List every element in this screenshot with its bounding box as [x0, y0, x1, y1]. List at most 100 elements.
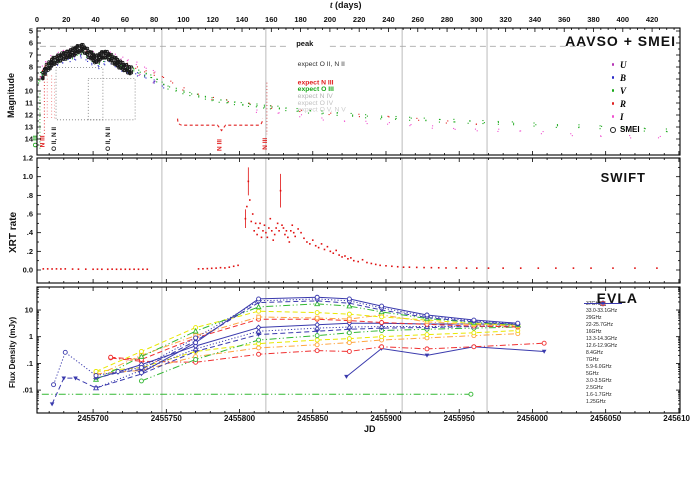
- aavso-legend-marker-icon: [606, 115, 620, 118]
- aavso-legend-item-R: R: [606, 97, 650, 110]
- svg-text:40: 40: [91, 15, 99, 24]
- aavso-legend-marker-icon: [606, 126, 620, 133]
- evla-series-29GHz: [93, 299, 521, 381]
- aavso-legend-label: R: [620, 98, 627, 109]
- svg-text:9: 9: [29, 75, 33, 84]
- svg-text:7: 7: [29, 51, 33, 60]
- jd-axis-label: JD: [364, 424, 376, 434]
- svg-text:220: 220: [353, 15, 366, 24]
- top-axis-title-rest: (days): [332, 0, 362, 10]
- evla-legend-label: 16GHz: [586, 328, 602, 335]
- evla-legend-label: 22-25.7GHz: [586, 321, 613, 328]
- aavso-legend-item-U: U: [606, 58, 650, 71]
- evla-legend-label: 13.3-14.3GHz: [586, 335, 618, 342]
- aavso-annotations: peakexpect O II, N IIexpect N IIIexpect …: [33, 39, 585, 151]
- evla-legend-item: 3.0-3.5GHz: [583, 301, 622, 384]
- evla-legend-label: 1.6-1.7GHz: [586, 391, 612, 398]
- aavso-legend: U B V R I SMEI: [606, 58, 650, 136]
- evla-legend-item: 33.0-33.1GHz: [583, 301, 622, 314]
- evla-series-5GHz quiescent: [41, 391, 474, 397]
- svg-text:.01: .01: [23, 386, 33, 395]
- evla-legend-item: 1.25GHz: [583, 301, 622, 405]
- svg-text:.8: .8: [27, 191, 33, 200]
- svg-text:2455700: 2455700: [78, 414, 110, 423]
- aavso-panel-title: AAVSO + SMEI: [565, 33, 676, 49]
- svg-text:2455900: 2455900: [370, 414, 402, 423]
- aavso-series-I: [38, 44, 661, 139]
- evla-legend-item: 13.3-14.3GHz: [583, 301, 622, 342]
- svg-text:expect O II, N II: expect O II, N II: [298, 61, 345, 68]
- svg-text:1.0: 1.0: [23, 172, 33, 181]
- aavso-legend-marker-icon: [606, 89, 620, 92]
- evla-legend-label: 5.9-6.0GHz: [586, 363, 612, 370]
- svg-text:14: 14: [25, 135, 34, 144]
- swift-data: [42, 167, 658, 271]
- evla-series-2.5GHz: [93, 331, 521, 377]
- aavso-legend-label: U: [620, 59, 627, 70]
- svg-text:100: 100: [177, 15, 190, 24]
- svg-text:380: 380: [587, 15, 600, 24]
- svg-text:300: 300: [470, 15, 483, 24]
- svg-text:80: 80: [150, 15, 158, 24]
- svg-text:400: 400: [617, 15, 630, 24]
- svg-text:2455850: 2455850: [297, 414, 329, 423]
- svg-text:60: 60: [121, 15, 129, 24]
- svg-text:160: 160: [265, 15, 278, 24]
- svg-text:12: 12: [25, 111, 33, 120]
- evla-legend-sample-icon: [584, 301, 622, 306]
- svg-text:2455800: 2455800: [224, 414, 256, 423]
- evla-legend-label: 7GHz: [586, 356, 599, 363]
- svg-text:2455950: 2455950: [444, 414, 476, 423]
- svg-text:2456100: 2456100: [663, 414, 690, 423]
- svg-text:.2: .2: [27, 247, 33, 256]
- evla-legend-item: 1.6-1.7GHz: [583, 301, 622, 398]
- svg-text:expect N IV: expect N IV: [298, 93, 334, 100]
- svg-text:1: 1: [29, 332, 33, 341]
- evla-legend-item: 8.4GHz: [583, 300, 622, 356]
- svg-text:O II, N II: O II, N II: [105, 127, 112, 151]
- svg-text:1.2: 1.2: [23, 154, 33, 163]
- figure-container: peak expect O II, N II expect N III expect …: [0, 0, 690, 481]
- swift-y-axis-label: XRT rate: [8, 211, 19, 253]
- evla-legend-label: 12.6-12.9GHz: [586, 342, 618, 349]
- aavso-legend-item-V: V: [606, 84, 650, 97]
- svg-text:0: 0: [35, 15, 39, 24]
- evla-legend-item: 16GHz: [583, 301, 622, 335]
- evla-legend-item: 7GHz: [583, 300, 622, 363]
- svg-text:.6: .6: [27, 210, 33, 219]
- svg-text:340: 340: [529, 15, 542, 24]
- aavso-legend-label: V: [620, 85, 627, 96]
- svg-text:.4: .4: [27, 228, 34, 237]
- swift-panel-title: SWIFT: [600, 170, 646, 185]
- evla-legend-label: 2.5GHz: [586, 384, 603, 391]
- svg-text:200: 200: [324, 15, 337, 24]
- svg-text:180: 180: [294, 15, 307, 24]
- aavso-legend-label: B: [620, 72, 627, 83]
- svg-text:13: 13: [25, 123, 33, 132]
- svg-text:420: 420: [646, 15, 659, 24]
- svg-text:5: 5: [29, 27, 33, 36]
- aavso-data: [38, 42, 668, 139]
- svg-text:240: 240: [382, 15, 395, 24]
- evla-legend-label: 29GHz: [586, 314, 602, 321]
- aavso-legend-label: SMEI: [620, 125, 640, 134]
- svg-text:6: 6: [29, 39, 33, 48]
- evla-legend-item: 29GHz: [583, 301, 622, 321]
- svg-text:20: 20: [62, 15, 70, 24]
- svg-text:11: 11: [25, 99, 33, 108]
- svg-text:10: 10: [25, 87, 33, 96]
- evla-legend-label: 8.4GHz: [586, 349, 603, 356]
- aavso-legend-marker-icon: [606, 102, 620, 105]
- evla-legend-label: 1.25GHz: [586, 398, 606, 405]
- svg-text:N III: N III: [262, 138, 269, 150]
- svg-text:2456000: 2456000: [517, 414, 549, 423]
- svg-text:280: 280: [441, 15, 454, 24]
- svg-text:120: 120: [206, 15, 219, 24]
- aavso-legend-item-SMEI: SMEI: [606, 123, 650, 136]
- aavso-legend-label: I: [620, 111, 624, 122]
- evla-legend-item: 5GHz: [583, 301, 622, 377]
- svg-text:0.0: 0.0: [23, 266, 33, 275]
- svg-text:.1: .1: [27, 359, 33, 368]
- figure-canvas: peakexpect O II, N IIexpect N IIIexpect …: [23, 15, 690, 423]
- evla-series-1.25GHz: [344, 345, 547, 379]
